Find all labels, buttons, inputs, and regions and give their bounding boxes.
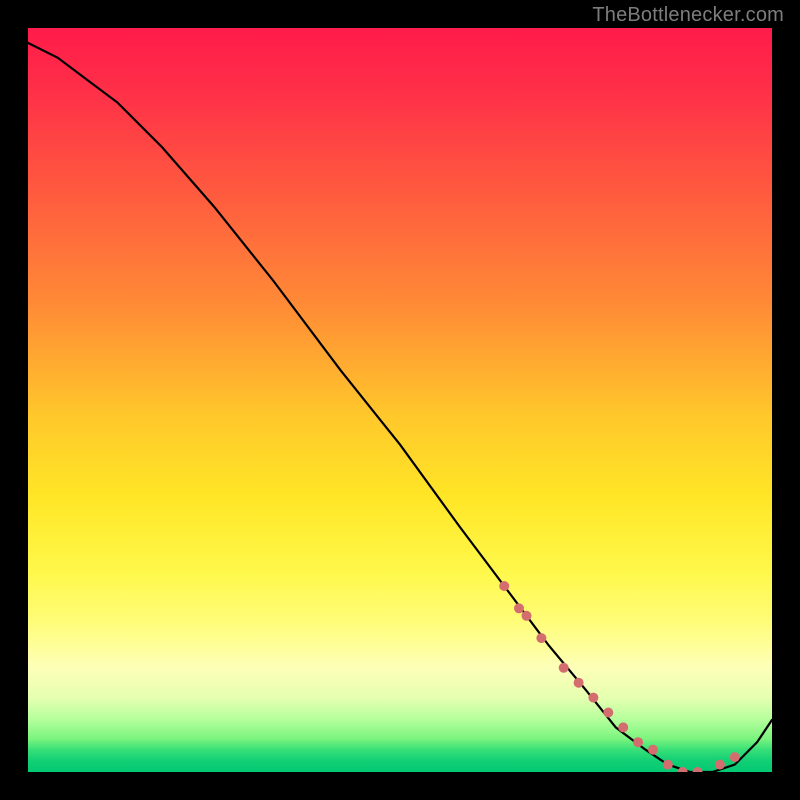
marker-dot [618,722,628,732]
marker-dot [536,633,546,643]
marker-dot [574,678,584,688]
marker-dot [730,752,740,762]
marker-dot [588,693,598,703]
highlight-markers [499,581,740,772]
plot-area [28,28,772,772]
marker-dot [633,737,643,747]
marker-dot [693,767,703,772]
marker-dot [514,603,524,613]
curve-line [28,43,772,772]
marker-dot [715,760,725,770]
marker-dot [648,745,658,755]
attribution-text: TheBottlenecker.com [592,4,784,27]
chart-stage: TheBottlenecker.com [0,0,800,800]
chart-svg [28,28,772,772]
marker-dot [522,611,532,621]
marker-dot [603,708,613,718]
marker-dot [499,581,509,591]
marker-dot [559,663,569,673]
marker-dot [663,760,673,770]
